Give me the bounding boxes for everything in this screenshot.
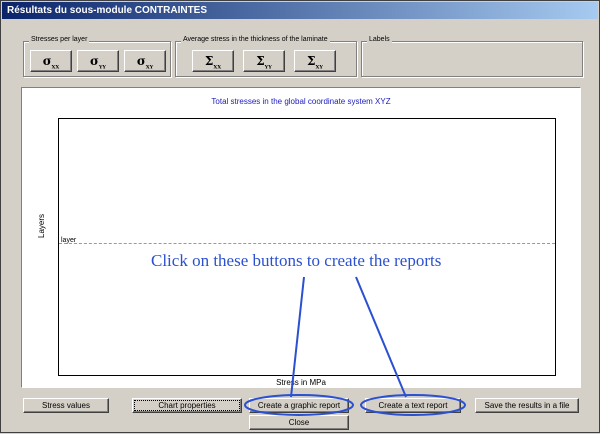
labels-group-label: Labels xyxy=(367,36,392,43)
sigma-xx-button[interactable]: σXX xyxy=(30,50,72,72)
plot-frame: layer xyxy=(58,118,556,376)
create-text-report-button[interactable]: Create a text report xyxy=(365,398,461,413)
average-stress-label: Average stress in the thickness of the l… xyxy=(181,36,330,43)
create-graphic-report-button[interactable]: Create a graphic report xyxy=(249,398,349,413)
average-stress-group: Average stress in the thickness of the l… xyxy=(175,36,357,77)
save-results-button[interactable]: Save the results in a file xyxy=(475,398,579,413)
x-axis-label: Stress in MPa xyxy=(276,378,326,387)
stress-values-button[interactable]: Stress values xyxy=(23,398,109,413)
y-axis-label: Layers xyxy=(37,213,46,238)
stresses-per-layer-label: Stresses per layer xyxy=(29,36,90,43)
window-title: Résultats du sous-module CONTRAINTES xyxy=(2,2,598,19)
chart-area: Total stresses in the global coordinate … xyxy=(21,87,581,388)
annotation-text: Click on these buttons to create the rep… xyxy=(151,251,442,270)
labels-group: Labels xyxy=(361,36,583,77)
capital-sigma-xx-button[interactable]: ΣXX xyxy=(192,50,234,72)
capital-sigma-yy-button[interactable]: ΣYY xyxy=(243,50,285,72)
sigma-yy-button[interactable]: σYY xyxy=(77,50,119,72)
sigma-xy-button[interactable]: σXY xyxy=(124,50,166,72)
stresses-per-layer-group: Stresses per layer σXX σYY σXY xyxy=(23,36,171,77)
layer-divider-line xyxy=(59,243,555,244)
results-window: Résultats du sous-module CONTRAINTES Str… xyxy=(0,0,600,433)
chart-properties-button[interactable]: Chart properties xyxy=(132,398,242,413)
close-button[interactable]: Close xyxy=(249,415,349,430)
layer-tick-label: layer xyxy=(61,237,77,244)
capital-sigma-xy-button[interactable]: ΣXY xyxy=(294,50,336,72)
chart-title: Total stresses in the global coordinate … xyxy=(211,97,391,106)
